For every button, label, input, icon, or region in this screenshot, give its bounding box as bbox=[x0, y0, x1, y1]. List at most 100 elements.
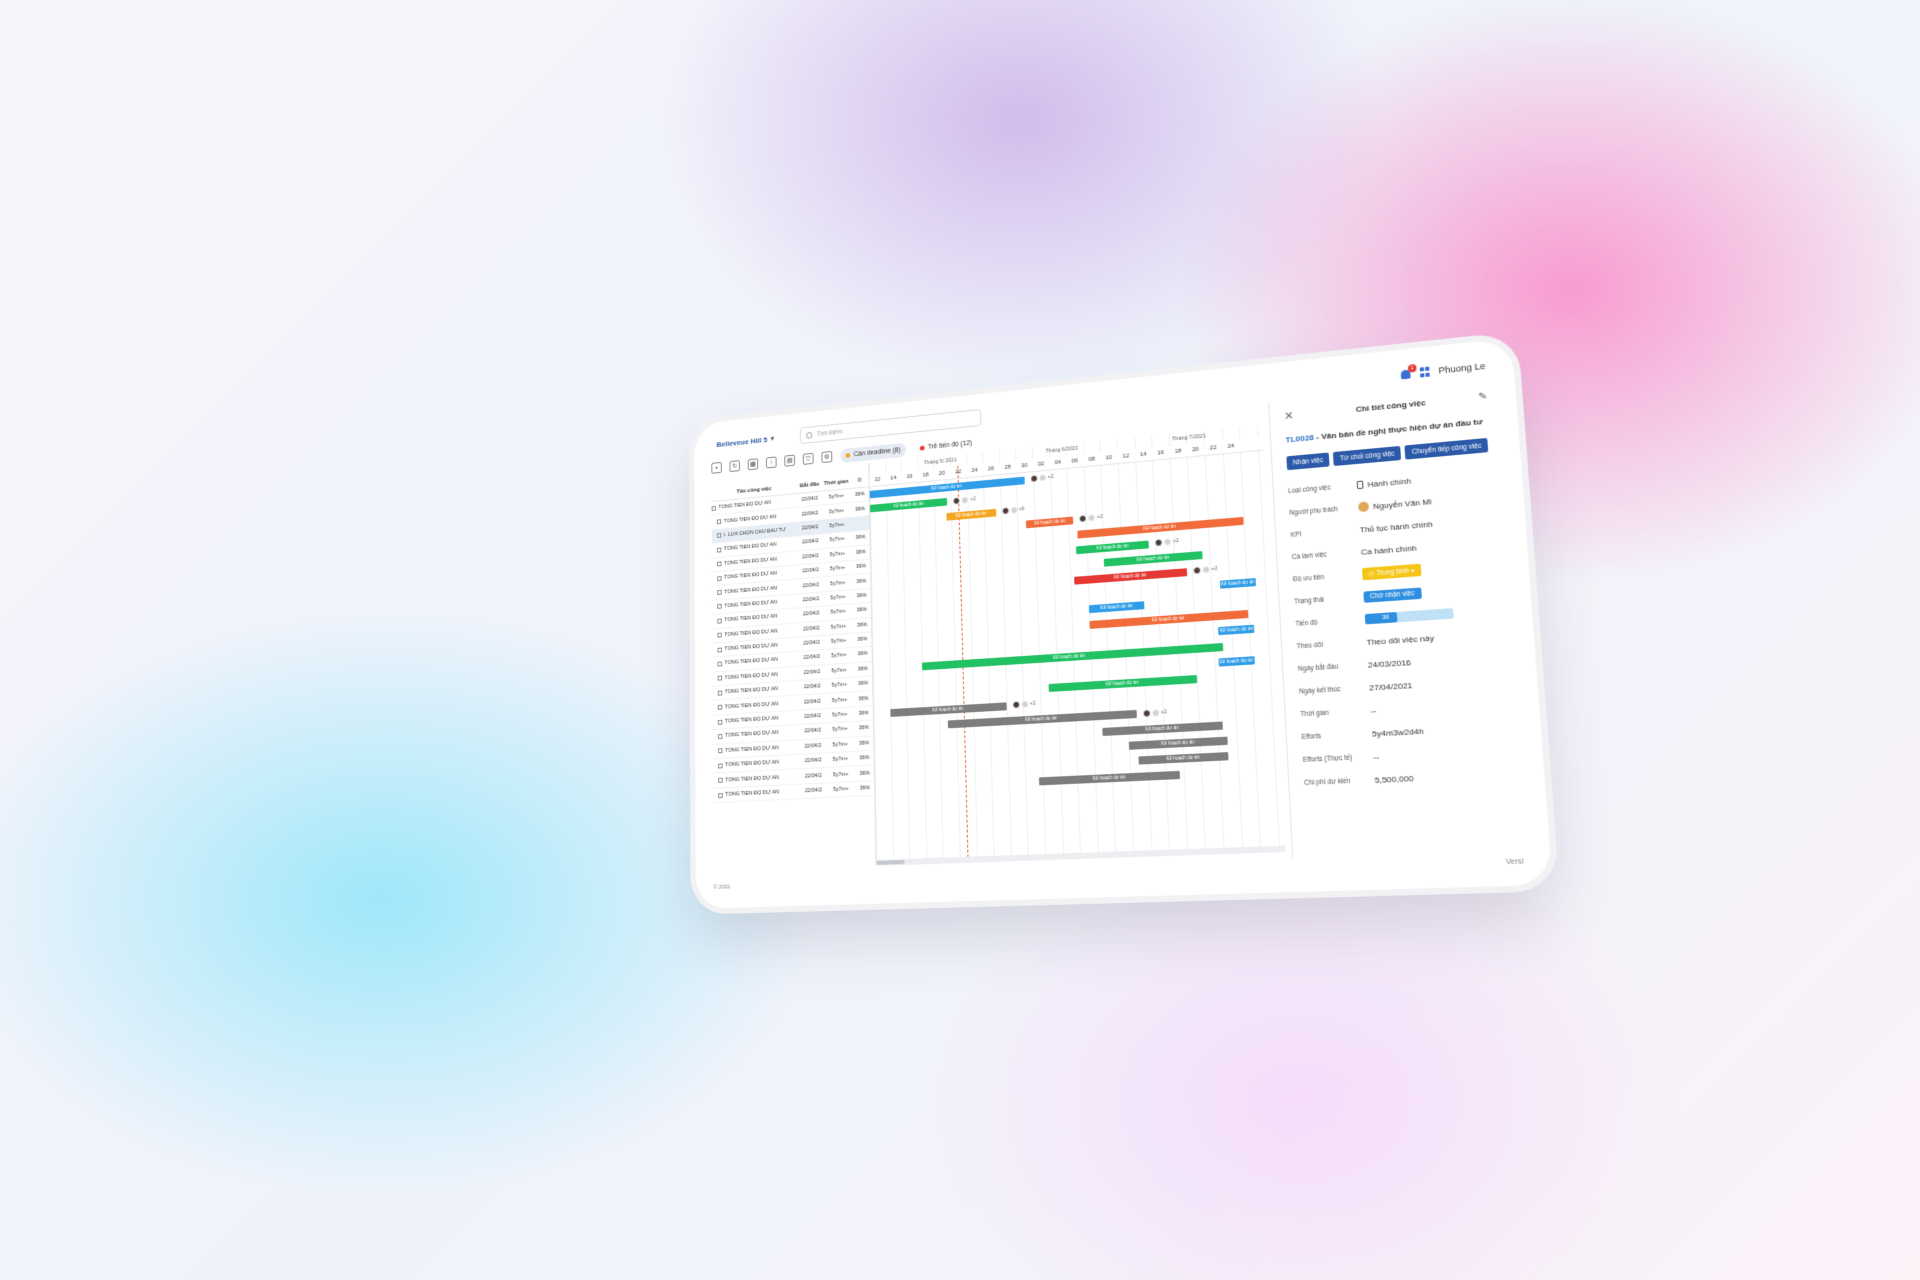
expand-toggle-icon[interactable] bbox=[718, 763, 723, 769]
assignee-avatars[interactable]: +2 bbox=[1154, 537, 1180, 548]
start-cell: 22/04/2 bbox=[804, 742, 822, 750]
gantt-bar[interactable]: Kế hoạch dự án bbox=[1218, 624, 1255, 636]
expand-toggle-icon[interactable] bbox=[717, 604, 722, 610]
expand-toggle-icon[interactable] bbox=[718, 777, 723, 783]
col-time-header[interactable]: Thời gian bbox=[822, 479, 851, 487]
filter-icon[interactable]: ▽ bbox=[802, 452, 814, 465]
start-cell: 22/04/2 bbox=[803, 713, 821, 720]
gantt-bar[interactable]: Kế hoạch dự án bbox=[1217, 656, 1255, 667]
gantt-bar[interactable]: Kế hoạch dự án bbox=[1089, 609, 1249, 629]
expand-toggle-icon[interactable] bbox=[718, 792, 723, 798]
gantt-bar[interactable]: Kế hoạch dự án bbox=[921, 642, 1224, 670]
reject-button[interactable]: Từ chối công việc bbox=[1333, 445, 1402, 467]
gantt-bar[interactable]: Kế hoạch dự án bbox=[1039, 770, 1181, 786]
refresh-icon[interactable]: ↻ bbox=[729, 460, 740, 473]
user-name[interactable]: Phuong Le bbox=[1438, 361, 1485, 376]
day-label: 26 bbox=[987, 466, 995, 473]
forward-button[interactable]: Chuyển tiếp công việc bbox=[1404, 437, 1489, 460]
assignee-avatars[interactable]: +2 bbox=[1012, 700, 1036, 710]
calendar-icon[interactable]: ▦ bbox=[747, 458, 759, 471]
gantt-bar[interactable]: Kế hoạch dự án bbox=[1104, 551, 1203, 567]
task-name: TỔNG TIẾN ĐỘ DỰ ÁN bbox=[725, 789, 780, 798]
expand-toggle-icon[interactable] bbox=[717, 690, 723, 696]
assignee-avatars[interactable]: +2 bbox=[1192, 565, 1218, 575]
gantt-bar[interactable]: Kế hoạch dự án bbox=[1219, 577, 1257, 589]
assignee-avatars[interactable]: +6 bbox=[1001, 505, 1025, 516]
expand-toggle-icon[interactable] bbox=[718, 748, 723, 754]
gantt-bar[interactable]: Kế hoạch dự án bbox=[1026, 516, 1074, 529]
field-value: Thủ tục hành chính bbox=[1359, 519, 1434, 535]
gantt-bar[interactable]: Kế hoạch dự án bbox=[869, 498, 948, 513]
assignee-avatars[interactable]: +2 bbox=[1142, 708, 1167, 718]
deadline-dot-icon bbox=[845, 452, 851, 458]
save-icon[interactable]: ▪ bbox=[711, 461, 722, 474]
start-cell: 22/04/2 bbox=[802, 567, 819, 575]
settings-icon[interactable]: ⚙ bbox=[821, 450, 833, 464]
gantt-bar[interactable]: Kế hoạch dự án bbox=[946, 508, 996, 521]
expand-toggle-icon[interactable] bbox=[717, 704, 723, 710]
gantt-bar[interactable]: Kế hoạch dự án bbox=[1073, 567, 1188, 585]
gantt-bar[interactable]: Kế hoạch dự án bbox=[1138, 752, 1229, 765]
task-name: TỔNG TIẾN ĐỘ DỰ ÁN bbox=[724, 570, 777, 581]
time-cell: 5y7m+ bbox=[828, 493, 845, 501]
gantt-bar[interactable]: Kế hoạch dự án bbox=[1101, 720, 1224, 736]
gantt-bar[interactable]: Kế hoạch dự án bbox=[947, 710, 1137, 729]
field-value[interactable]: Nguyễn Văn Mi bbox=[1373, 497, 1432, 511]
field-label: Chi phí dự kiến bbox=[1303, 777, 1351, 787]
start-cell: 22/04/2 bbox=[802, 610, 820, 618]
chip-late[interactable]: Trễ tiến độ (12) bbox=[914, 435, 978, 455]
project-selector[interactable]: Belleveue Hill 5 ▾ bbox=[716, 432, 800, 448]
accept-button[interactable]: Nhận việc bbox=[1286, 452, 1330, 471]
expand-toggle-icon[interactable] bbox=[717, 661, 722, 667]
col-start-header[interactable]: Bắt đầu bbox=[797, 481, 822, 489]
expand-toggle-icon[interactable] bbox=[711, 505, 716, 511]
expand-toggle-icon[interactable] bbox=[717, 632, 722, 638]
gantt-bar[interactable]: Kế hoạch dự án bbox=[889, 702, 1007, 717]
task-name-cell: TỔNG TIẾN ĐỘ DỰ ÁN bbox=[713, 774, 801, 784]
gantt-bar[interactable]: Kế hoạch dự án bbox=[1088, 601, 1145, 614]
expand-toggle-icon[interactable] bbox=[717, 647, 722, 653]
gantt-bar[interactable]: Kế hoạch dự án bbox=[1128, 736, 1228, 750]
task-name-cell: TỔNG TIẾN ĐỘ DỰ ÁN bbox=[712, 685, 799, 696]
field-value[interactable]: 27/04/2021 bbox=[1369, 680, 1413, 692]
gantt-scrollbar[interactable] bbox=[876, 845, 1286, 866]
status-badge[interactable]: Chờ nhận việc bbox=[1363, 586, 1422, 603]
assignee-avatars[interactable]: +2 bbox=[1030, 473, 1054, 483]
follow-link[interactable]: Theo dõi việc này bbox=[1366, 633, 1434, 647]
column-settings-icon[interactable]: ⚙ bbox=[850, 476, 868, 484]
expand-toggle-icon[interactable] bbox=[716, 519, 722, 525]
task-name: TỔNG TIẾN ĐỘ DỰ ÁN bbox=[724, 686, 778, 696]
gantt-chart: Tháng 5/ 2021 Tháng 6/2021 Tháng 7/2021 … bbox=[868, 424, 1286, 866]
expand-toggle-icon[interactable] bbox=[717, 734, 723, 739]
edit-icon[interactable]: ✎ bbox=[1478, 391, 1488, 403]
field-value[interactable]: 24/03/2016 bbox=[1368, 657, 1412, 669]
more-assignees: +6 bbox=[1018, 506, 1025, 513]
panel-title: Chi tiết công việc bbox=[1355, 397, 1426, 414]
expand-toggle-icon[interactable] bbox=[717, 618, 722, 624]
expand-toggle-icon[interactable] bbox=[717, 547, 722, 553]
expand-toggle-icon[interactable] bbox=[717, 561, 722, 567]
upload-icon[interactable]: ↑ bbox=[765, 456, 777, 469]
field-value: -- bbox=[1373, 751, 1380, 762]
expand-toggle-icon[interactable] bbox=[716, 533, 722, 539]
assignee-avatars[interactable]: +2 bbox=[1079, 513, 1103, 524]
gantt-bar[interactable]: Kế hoạch dự án bbox=[1076, 540, 1150, 554]
percent-cell: 36% bbox=[855, 534, 866, 542]
gantt-bar[interactable]: Kế hoạch dự án bbox=[1048, 675, 1198, 693]
expand-toggle-icon[interactable] bbox=[717, 590, 722, 595]
expand-toggle-icon[interactable] bbox=[717, 675, 723, 681]
day-label: 20 bbox=[1192, 446, 1200, 454]
priority-select[interactable]: ◷ Trung bình ▾ bbox=[1361, 563, 1422, 581]
apps-grid-icon[interactable] bbox=[1419, 366, 1431, 378]
field-label: Tiến độ bbox=[1295, 618, 1318, 628]
document-icon[interactable]: ▤ bbox=[784, 454, 796, 467]
progress-bar[interactable]: 36 bbox=[1364, 608, 1454, 625]
close-icon[interactable]: ✕ bbox=[1284, 408, 1305, 423]
expand-toggle-icon[interactable] bbox=[717, 575, 722, 581]
notification-bell-icon[interactable]: 1 bbox=[1399, 363, 1417, 380]
task-code[interactable]: TL0028 bbox=[1285, 433, 1314, 445]
avatar bbox=[1142, 708, 1151, 718]
assignee-avatars[interactable]: +2 bbox=[952, 495, 976, 505]
expand-toggle-icon[interactable] bbox=[717, 719, 723, 725]
day-label: 28 bbox=[1004, 464, 1011, 471]
